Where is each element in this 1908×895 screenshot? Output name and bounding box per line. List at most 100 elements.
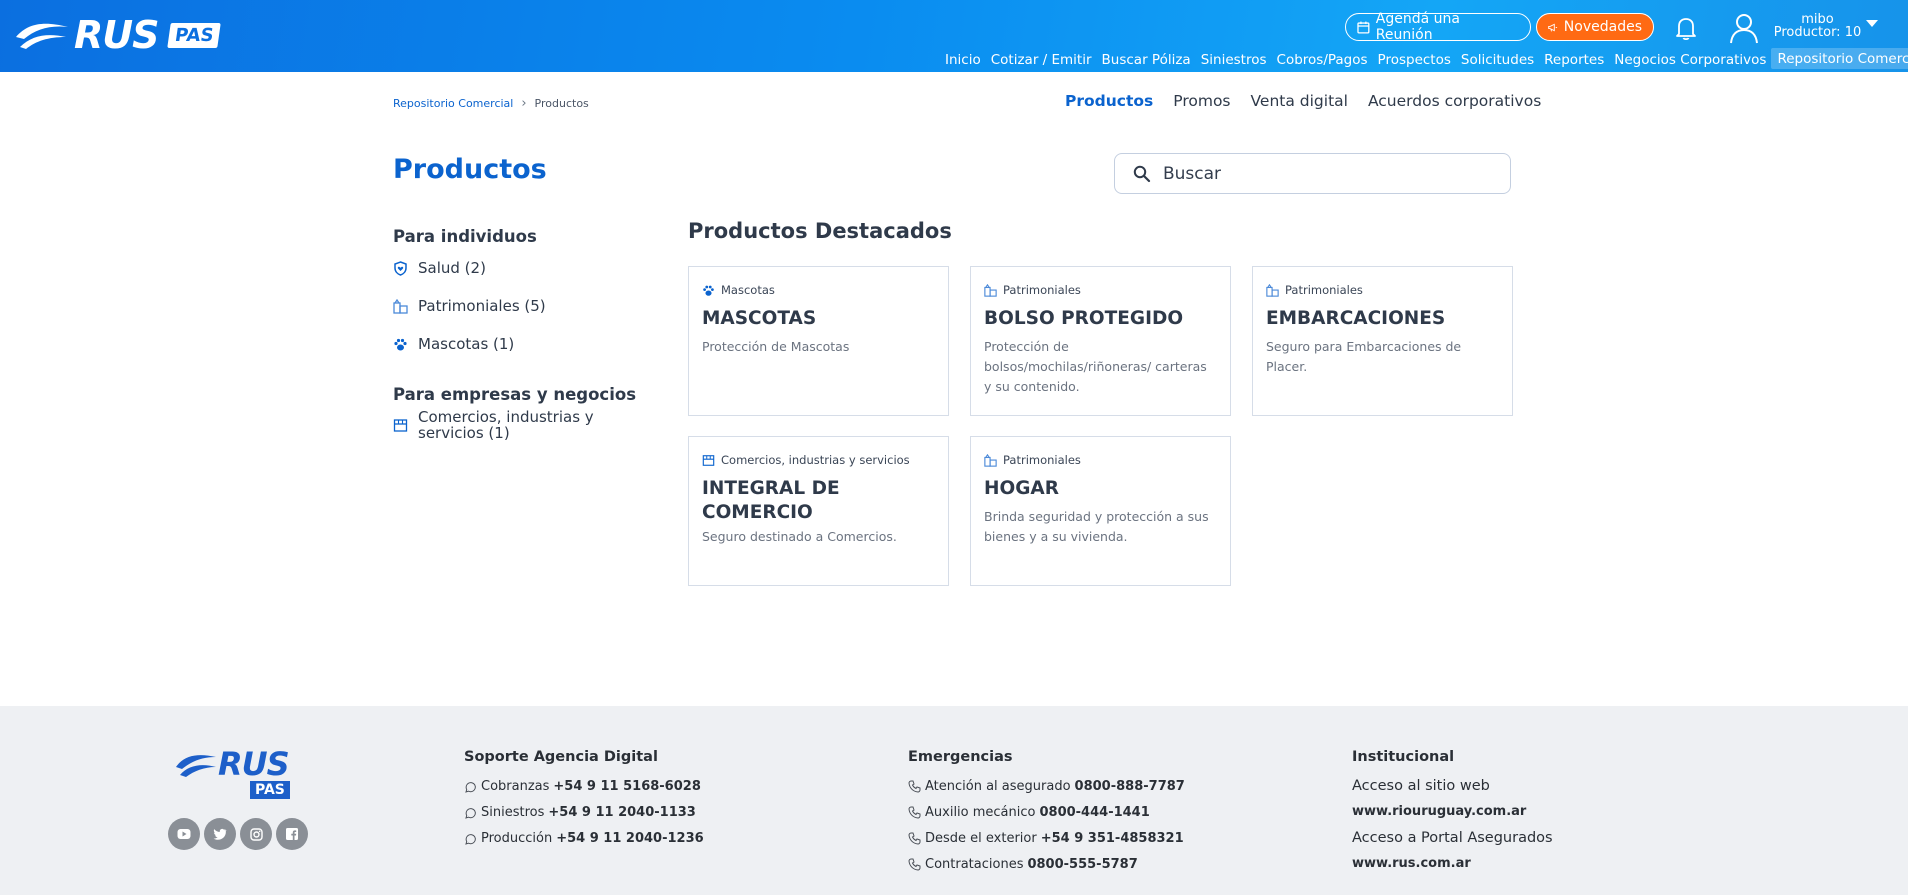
breadcrumb-current: Productos xyxy=(534,97,589,110)
portal-link[interactable]: www.rus.com.ar xyxy=(1352,851,1553,877)
tab-promos[interactable]: Promos xyxy=(1173,92,1230,110)
emergency-row-atencion[interactable]: Atención al asegurado 0800-888-7787 xyxy=(908,773,1185,799)
product-card-integral-de-comercio[interactable]: Comercios, industrias y servicios INTEGR… xyxy=(688,436,949,586)
chevron-right-icon: › xyxy=(521,96,527,111)
tab-venta-digital[interactable]: Venta digital xyxy=(1251,92,1348,110)
support-phone: +54 9 11 5168-6028 xyxy=(553,778,701,794)
product-description: Seguro destinado a Comercios. xyxy=(702,529,897,544)
product-name: MASCOTAS xyxy=(702,308,817,329)
property-icon xyxy=(984,283,997,297)
product-category: Comercios, industrias y servicios xyxy=(702,453,935,467)
footer-logo-wordmark: RUS xyxy=(218,745,290,783)
footer-logo-badge: PAS xyxy=(250,781,290,799)
sidebar-item-patrimoniales[interactable]: Patrimoniales (5) xyxy=(393,297,546,315)
paw-icon xyxy=(703,285,714,296)
nav-item-prospectos[interactable]: Prospectos xyxy=(1373,51,1456,69)
store-icon xyxy=(702,454,715,466)
rus-swoosh-icon xyxy=(16,23,68,49)
novedades-button[interactable]: Novedades xyxy=(1536,13,1654,41)
product-card-hogar[interactable]: Patrimoniales HOGAR Brinda seguridad y p… xyxy=(970,436,1231,586)
portal-access-label: Acceso a Portal Asegurados xyxy=(1352,830,1553,846)
youtube-icon[interactable] xyxy=(168,818,200,850)
support-row-siniestros[interactable]: Siniestros +54 9 11 2040-1133 xyxy=(464,799,704,825)
product-category-label: Patrimoniales xyxy=(1285,283,1363,297)
phone-icon xyxy=(908,832,921,845)
emergency-row-auxilio[interactable]: Auxilio mecánico 0800-444-1441 xyxy=(908,799,1185,825)
support-phone: +54 9 11 2040-1236 xyxy=(556,830,704,846)
emergency-row-contrataciones[interactable]: Contrataciones 0800-555-5787 xyxy=(908,851,1185,877)
nav-item-repositorio-comercial[interactable]: Repositorio Comercial xyxy=(1771,48,1908,69)
agenda-meeting-button[interactable]: Agendá una Reunión xyxy=(1345,11,1531,43)
section-tabs: Productos Promos Venta digital Acuerdos … xyxy=(1065,92,1541,110)
sidebar-item-mascotas[interactable]: Mascotas (1) xyxy=(393,335,514,353)
search-input[interactable]: Buscar xyxy=(1114,153,1511,194)
rus-pas-logo[interactable]: RUS PAS xyxy=(14,16,221,54)
property-icon xyxy=(393,298,408,314)
whatsapp-icon xyxy=(465,807,476,819)
tab-acuerdos-corporativos[interactable]: Acuerdos corporativos xyxy=(1368,92,1541,110)
nav-item-siniestros[interactable]: Siniestros xyxy=(1196,51,1272,69)
nav-item-inicio[interactable]: Inicio xyxy=(940,51,986,69)
footer-institutional-title: Institucional xyxy=(1352,749,1455,765)
support-label: Producción xyxy=(481,830,553,846)
support-row-cobranzas[interactable]: Cobranzas +54 9 11 5168-6028 xyxy=(464,773,704,799)
user-info[interactable]: mibo Productor: 10 xyxy=(1760,13,1875,39)
nav-item-reportes[interactable]: Reportes xyxy=(1539,51,1609,69)
site-link[interactable]: www.riouruguay.com.ar xyxy=(1352,799,1553,825)
footer-support-title: Soporte Agencia Digital xyxy=(464,749,658,765)
instagram-icon[interactable] xyxy=(240,818,272,850)
support-row-produccion[interactable]: Producción +54 9 11 2040-1236 xyxy=(464,825,704,851)
bell-icon[interactable] xyxy=(1672,14,1700,42)
sidebar-item-comercios[interactable]: Comercios, industrias y servicios (1) xyxy=(393,409,603,441)
emergency-phone: 0800-888-7787 xyxy=(1074,778,1185,794)
main-nav: Inicio Cotizar / Emitir Buscar Póliza Si… xyxy=(940,48,1908,69)
emergency-label: Auxilio mecánico xyxy=(925,804,1036,820)
novedades-label: Novedades xyxy=(1563,19,1642,35)
emergency-row-exterior[interactable]: Desde el exterior +54 9 351-4858321 xyxy=(908,825,1185,851)
product-category: Patrimoniales xyxy=(984,453,1217,467)
product-category: Mascotas xyxy=(702,283,935,297)
product-category: Patrimoniales xyxy=(984,283,1217,297)
emergency-label: Atención al asegurado xyxy=(925,778,1071,794)
emergency-label: Contrataciones xyxy=(925,856,1024,872)
social-links xyxy=(168,818,308,850)
phone-icon xyxy=(908,858,921,871)
product-card-embarcaciones[interactable]: Patrimoniales EMBARCACIONES Seguro para … xyxy=(1252,266,1513,416)
agenda-meeting-label: Agendá una Reunión xyxy=(1375,11,1460,43)
product-card-mascotas[interactable]: Mascotas MASCOTAS Protección de Mascotas xyxy=(688,266,949,416)
featured-products-title: Productos Destacados xyxy=(688,219,952,243)
site-access-label: Acceso al sitio web xyxy=(1352,778,1490,794)
footer-emergencies: Emergencias Atención al asegurado 0800-8… xyxy=(908,749,1185,877)
phone-icon xyxy=(908,806,921,819)
page-title: Productos xyxy=(393,154,547,185)
tab-productos[interactable]: Productos xyxy=(1065,92,1153,110)
product-card-bolso-protegido[interactable]: Patrimoniales BOLSO PROTEGIDO Protección… xyxy=(970,266,1231,416)
emergency-label: Desde el exterior xyxy=(925,830,1037,846)
product-category-label: Comercios, industrias y servicios xyxy=(721,453,910,467)
product-description: Brinda seguridad y protección a sus bien… xyxy=(984,509,1209,544)
sidebar-item-salud[interactable]: Salud (2) xyxy=(393,259,486,277)
chevron-down-icon[interactable] xyxy=(1866,20,1878,27)
twitter-icon[interactable] xyxy=(204,818,236,850)
nav-item-cotizar-emitir[interactable]: Cotizar / Emitir xyxy=(986,51,1097,69)
product-name: HOGAR xyxy=(984,478,1059,499)
product-name: EMBARCACIONES xyxy=(1266,308,1446,329)
property-icon xyxy=(984,453,997,467)
support-label: Cobranzas xyxy=(481,778,550,794)
emergency-phone: 0800-555-5787 xyxy=(1027,856,1138,872)
search-icon xyxy=(1133,165,1151,182)
support-label: Siniestros xyxy=(481,804,545,820)
nav-item-buscar-poliza[interactable]: Buscar Póliza xyxy=(1097,51,1196,69)
user-role: Productor: 10 xyxy=(1773,25,1862,40)
facebook-icon[interactable] xyxy=(276,818,308,850)
megaphone-icon xyxy=(1548,23,1558,31)
nav-item-cobros-pagos[interactable]: Cobros/Pagos xyxy=(1272,51,1373,69)
user-avatar-icon[interactable] xyxy=(1728,11,1760,45)
breadcrumb-parent[interactable]: Repositorio Comercial xyxy=(393,97,513,110)
sidebar-item-label: Mascotas (1) xyxy=(418,335,515,353)
whatsapp-icon xyxy=(465,781,476,793)
sidebar-item-label: Patrimoniales (5) xyxy=(418,297,546,315)
nav-item-solicitudes[interactable]: Solicitudes xyxy=(1456,51,1539,69)
nav-item-negocios-corporativos[interactable]: Negocios Corporativos xyxy=(1609,51,1771,69)
product-description: Protección de bolsos/mochilas/riñoneras/… xyxy=(984,339,1207,394)
